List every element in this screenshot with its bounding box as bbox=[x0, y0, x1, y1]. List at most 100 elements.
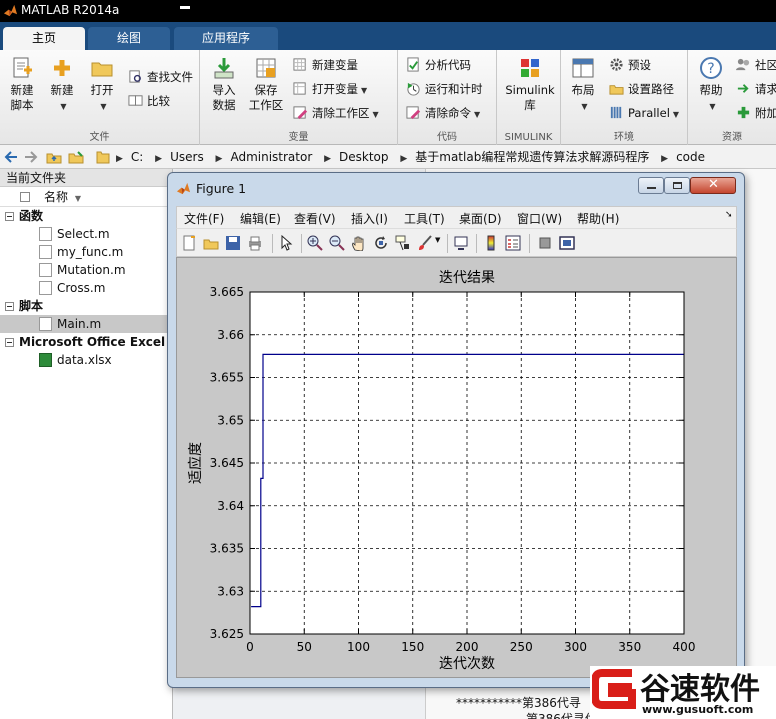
minimize-button[interactable] bbox=[180, 6, 190, 9]
save-icon[interactable] bbox=[225, 235, 241, 251]
new-variable-button[interactable]: 新建变量 bbox=[293, 55, 358, 75]
parallel-icon bbox=[610, 106, 622, 119]
file-item[interactable]: Select.m bbox=[0, 225, 172, 243]
section-excel[interactable]: Microsoft Office Excel 工 bbox=[0, 333, 181, 351]
request-support-button[interactable]: 请求 bbox=[736, 79, 776, 99]
file-item-selected[interactable]: Main.m bbox=[0, 315, 172, 333]
colorbar-icon[interactable] bbox=[483, 235, 499, 251]
menu-window[interactable]: 窗口(W) bbox=[517, 210, 562, 227]
tab-apps[interactable]: 应用程序 bbox=[174, 27, 278, 50]
simulink-library-button[interactable]: Simulink 库 bbox=[503, 56, 557, 113]
breadcrumb-item[interactable]: code bbox=[676, 150, 705, 164]
breadcrumb-item[interactable]: 基于matlab编程常规遗传算法求解源码程序 bbox=[415, 150, 649, 164]
matlab-window: { "window": {"title": "MATLAB R2014a"}, … bbox=[0, 0, 776, 719]
find-files-button[interactable]: 查找文件 bbox=[128, 67, 193, 87]
analyze-code-button[interactable]: 分析代码 bbox=[406, 55, 471, 75]
svg-text:?: ? bbox=[707, 61, 714, 77]
file-item[interactable]: my_func.m bbox=[0, 243, 172, 261]
print-icon[interactable] bbox=[247, 235, 263, 251]
layout-label: 布局 bbox=[571, 83, 595, 97]
browse-folder-icon[interactable] bbox=[68, 149, 84, 165]
tab-home[interactable]: 主页 bbox=[3, 27, 85, 50]
chevron-down-icon[interactable]: ▼ bbox=[435, 236, 440, 244]
run-and-time-button[interactable]: 运行和计时 bbox=[406, 79, 483, 99]
open-button[interactable]: 打开 ▼ bbox=[84, 56, 120, 114]
breadcrumb-item[interactable]: Administrator bbox=[230, 150, 312, 164]
data-cursor-icon[interactable] bbox=[395, 235, 411, 251]
maximize-button[interactable] bbox=[664, 177, 690, 194]
set-path-button[interactable]: 设置路径 bbox=[609, 79, 674, 99]
zoom-in-icon[interactable] bbox=[307, 235, 323, 251]
clear-commands-button[interactable]: 清除命令 ▼ bbox=[406, 103, 480, 123]
open-icon[interactable] bbox=[203, 235, 219, 251]
pan-icon[interactable] bbox=[351, 235, 367, 251]
new-button[interactable]: 新建 ▼ bbox=[44, 56, 80, 114]
clear-workspace-button[interactable]: 清除工作区 ▼ bbox=[293, 103, 379, 123]
new-script-button[interactable]: 新建 脚本 bbox=[4, 56, 40, 113]
brush-icon[interactable] bbox=[417, 235, 433, 251]
breadcrumb-item[interactable]: C: bbox=[131, 150, 143, 164]
up-folder-icon[interactable] bbox=[46, 149, 62, 165]
add-ons-button[interactable]: 附加 bbox=[736, 103, 776, 123]
watermark-logo-icon bbox=[592, 669, 636, 709]
preferences-button[interactable]: 预设 bbox=[609, 55, 651, 75]
chevron-down-icon: ▼ bbox=[361, 86, 368, 95]
menu-insert[interactable]: 插入(I) bbox=[351, 210, 388, 227]
checkbox-icon[interactable] bbox=[20, 192, 30, 202]
matlab-logo-icon bbox=[3, 4, 18, 17]
file-item[interactable]: Cross.m bbox=[0, 279, 172, 297]
menu-desktop[interactable]: 桌面(D) bbox=[459, 210, 502, 227]
name-column-label: 名称 bbox=[44, 190, 69, 204]
minimize-button[interactable] bbox=[638, 177, 664, 194]
new-figure-icon[interactable] bbox=[181, 235, 197, 251]
legend-icon[interactable] bbox=[505, 235, 521, 251]
figure-canvas[interactable]: 0 50 100 150 200 250 300 350 400 3.625 3.63 3.635 3.… bbox=[176, 257, 737, 678]
breadcrumb-item[interactable]: Desktop bbox=[339, 150, 389, 164]
save-workspace-button[interactable]: 保存 工作区 bbox=[246, 56, 286, 113]
x-tick-label: 0 bbox=[246, 640, 254, 654]
community-button[interactable]: 社区 bbox=[736, 55, 776, 75]
help-button[interactable]: ? 帮助 ▼ bbox=[696, 56, 726, 114]
show-tools-icon[interactable] bbox=[559, 235, 575, 251]
tab-plots[interactable]: 绘图 bbox=[88, 27, 170, 50]
forward-arrow-icon[interactable] bbox=[24, 150, 38, 164]
collapse-icon[interactable] bbox=[5, 212, 14, 221]
back-arrow-icon[interactable] bbox=[4, 150, 18, 164]
plot-svg[interactable]: 0 50 100 150 200 250 300 350 400 3.625 3.63 3.635 3.… bbox=[177, 258, 738, 679]
menu-dock-icon[interactable]: ➘ bbox=[725, 210, 733, 220]
menu-file[interactable]: 文件(F) bbox=[184, 210, 224, 227]
rotate-icon[interactable] bbox=[373, 235, 389, 251]
open-variable-label: 打开变量 bbox=[312, 82, 358, 96]
menu-view[interactable]: 查看(V) bbox=[294, 210, 336, 227]
section-scripts[interactable]: 脚本 bbox=[0, 297, 172, 315]
pointer-icon[interactable] bbox=[278, 235, 294, 251]
parallel-button[interactable]: Parallel ▼ bbox=[609, 103, 679, 123]
layout-button[interactable]: 布局 ▼ bbox=[565, 56, 601, 114]
section-functions[interactable]: 函数 bbox=[0, 207, 172, 225]
variable-group: 导入 数据 保存 工作区 新建变量 打开变量 ▼ 清除工作区 ▼ 变量 bbox=[200, 50, 398, 145]
minimize-icon bbox=[647, 187, 656, 189]
watermark-text: 谷速软件 bbox=[640, 672, 760, 707]
menu-help[interactable]: 帮助(H) bbox=[577, 210, 619, 227]
compare-button[interactable]: 比较 bbox=[128, 91, 170, 111]
collapse-icon[interactable] bbox=[5, 338, 14, 347]
open-variable-button[interactable]: 打开变量 ▼ bbox=[293, 79, 367, 99]
link-icon[interactable] bbox=[453, 235, 469, 251]
collapse-icon[interactable] bbox=[5, 302, 14, 311]
ribbon-toolstrip: 新建 脚本 新建 ▼ 打开 ▼ 查找文件 比较 文件 导入 数据 保存 工作区 新建… bbox=[0, 50, 776, 145]
zoom-out-icon[interactable] bbox=[329, 235, 345, 251]
new-variable-icon bbox=[293, 58, 306, 71]
name-column-header[interactable]: 名称 ▼ bbox=[0, 187, 172, 207]
request-support-label: 请求 bbox=[755, 82, 776, 96]
new-label: 新建 bbox=[50, 83, 74, 97]
import-data-button[interactable]: 导入 数据 bbox=[206, 56, 242, 113]
close-button[interactable]: ✕ bbox=[690, 177, 736, 194]
hide-tools-icon[interactable] bbox=[537, 235, 553, 251]
toolbar-separator bbox=[447, 234, 448, 253]
menu-tools[interactable]: 工具(T) bbox=[404, 210, 445, 227]
file-item[interactable]: Mutation.m bbox=[0, 261, 172, 279]
breadcrumb-item[interactable]: Users bbox=[170, 150, 204, 164]
menu-edit[interactable]: 编辑(E) bbox=[240, 210, 281, 227]
file-item[interactable]: data.xlsx bbox=[0, 351, 172, 369]
file-name: Mutation.m bbox=[57, 263, 126, 277]
